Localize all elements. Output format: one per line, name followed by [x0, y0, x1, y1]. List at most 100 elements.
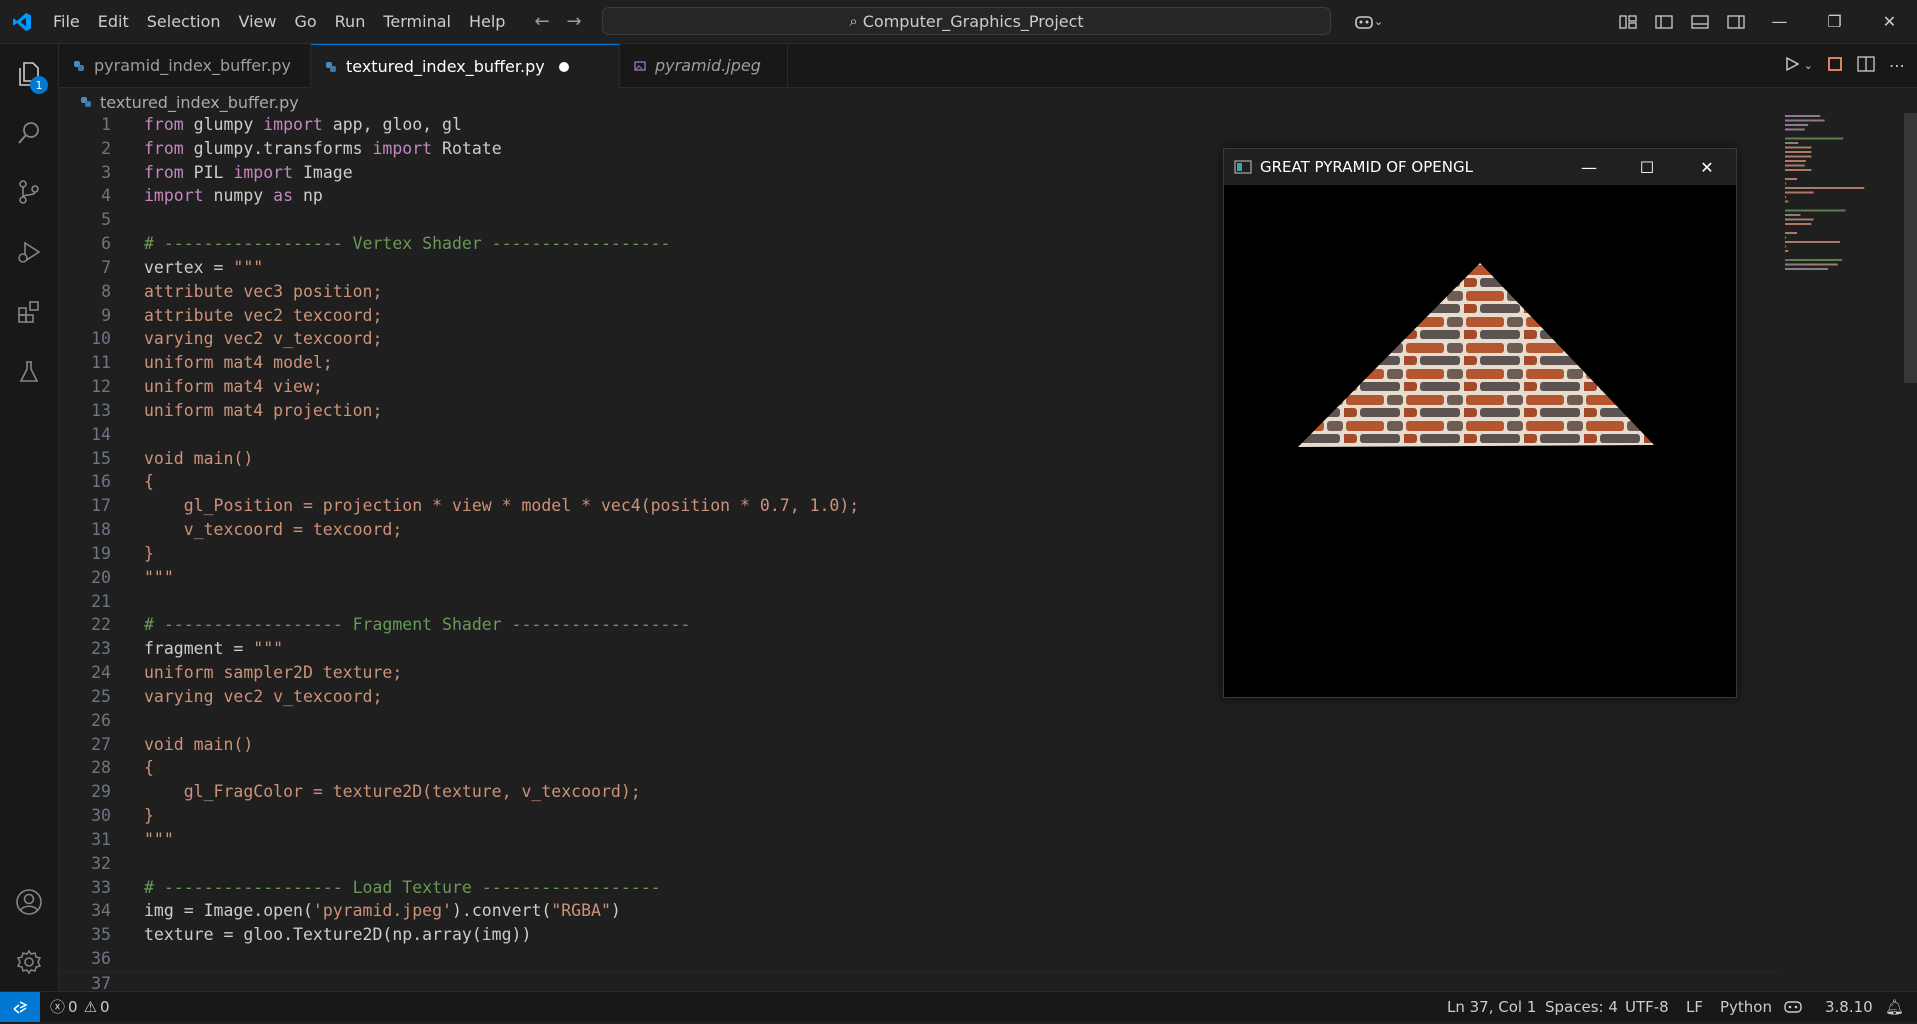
code-token: Rotate [432, 138, 502, 158]
end-of-line[interactable]: LF [1686, 992, 1703, 1022]
extensions-icon[interactable] [0, 284, 58, 340]
code-token: uniform mat4 view; [144, 377, 323, 397]
window-maximize-icon[interactable]: ☐ [1618, 149, 1676, 185]
line-number: 27 [91, 734, 111, 754]
python-version[interactable]: 3.8.10 [1825, 992, 1873, 1022]
editor-tab-bar: pyramid_index_buffer.py textured_index_b… [59, 44, 1917, 88]
toggle-panel-icon[interactable] [1682, 0, 1718, 43]
manage-gear-icon[interactable] [0, 934, 58, 990]
editor-scrollbar[interactable] [1904, 113, 1917, 383]
search-view-icon[interactable] [0, 105, 58, 161]
window-close-icon[interactable]: ✕ [1678, 149, 1736, 185]
code-token: """ [144, 829, 174, 849]
line-number: 16 [91, 472, 111, 492]
minimap-token [1789, 119, 1811, 122]
menu-view[interactable]: View [230, 0, 286, 43]
minimap[interactable] [1783, 113, 1903, 288]
stop-icon[interactable] [1827, 56, 1843, 76]
tab-pyramid-index-buffer[interactable]: pyramid_index_buffer.py [59, 44, 311, 87]
source-control-icon[interactable] [0, 164, 58, 220]
code-token: glumpy [183, 115, 264, 134]
line-number: 8 [101, 281, 111, 301]
notifications-bell-icon[interactable]: 🔔︎ [1885, 992, 1904, 1022]
menu-go[interactable]: Go [285, 0, 325, 43]
code-token: # ------------------ Vertex Shader -----… [144, 234, 671, 254]
breadcrumb[interactable]: textured_index_buffer.py [80, 89, 299, 115]
accounts-icon[interactable] [0, 874, 58, 930]
line-number: 2 [101, 138, 111, 158]
opengl-window-titlebar[interactable]: GREAT PYRAMID OF OPENGL — ☐ ✕ [1224, 149, 1736, 185]
opengl-window[interactable]: GREAT PYRAMID OF OPENGL — ☐ ✕ [1223, 148, 1737, 698]
command-center-search[interactable]: ⌕ Computer_Graphics_Project [602, 7, 1331, 35]
minimap-token [1785, 196, 1787, 198]
menu-edit[interactable]: Edit [89, 0, 138, 43]
toggle-secondary-sidebar-icon[interactable] [1718, 0, 1754, 43]
language-mode[interactable]: Python [1720, 992, 1772, 1022]
unsaved-dot-icon[interactable] [558, 61, 569, 72]
line-code: { [144, 470, 154, 494]
testing-icon[interactable] [0, 344, 58, 400]
code-token: uniform mat4 projection; [144, 400, 383, 420]
minimap-token [1798, 115, 1805, 117]
menu-selection[interactable]: Selection [138, 0, 230, 43]
tab-textured-index-buffer[interactable]: textured_index_buffer.py [311, 44, 620, 88]
line-number: 32 [91, 853, 111, 873]
search-icon: ⌕ [849, 12, 858, 30]
line-number: 7 [101, 257, 111, 277]
line-number: 26 [91, 710, 111, 730]
code-token: numpy [203, 186, 274, 206]
search-text: Computer_Graphics_Project [862, 11, 1084, 31]
minimap-token [1785, 151, 1812, 153]
copilot-status-icon[interactable] [1784, 992, 1802, 1022]
encoding[interactable]: UTF-8 [1625, 992, 1669, 1022]
line-number: 18 [91, 520, 111, 540]
line-code: varying vec2 v_texcoord; [144, 685, 382, 709]
breadcrumb-file[interactable]: textured_index_buffer.py [100, 93, 299, 112]
minimap-token [1785, 169, 1812, 171]
more-actions-icon[interactable]: ⋯ [1889, 56, 1905, 75]
forward-arrow-icon[interactable]: → [558, 11, 590, 32]
minimap-token [1785, 182, 1787, 185]
explorer-icon[interactable]: 1 [0, 46, 58, 102]
toggle-primary-sidebar-icon[interactable] [1646, 0, 1682, 43]
line-code: attribute vec3 position; [144, 280, 382, 304]
menu-file[interactable]: File [44, 0, 89, 43]
code-token: attribute vec2 texcoord; [144, 305, 383, 325]
split-editor-icon[interactable] [1857, 55, 1875, 76]
minimap-token [1785, 160, 1806, 162]
problems-indicator[interactable]: ⓧ 0 ⚠ 0 [50, 992, 110, 1022]
title-bar: File Edit Selection View Go Run Terminal Help ←… [0, 0, 1917, 44]
line-number: 17 [91, 496, 111, 516]
code-token: # ------------------ Fragment Shader ---… [144, 615, 691, 635]
minimize-icon[interactable]: — [1752, 0, 1807, 43]
menu-terminal[interactable]: Terminal [374, 0, 460, 43]
back-arrow-icon[interactable]: ← [526, 11, 558, 32]
minimap-token [1799, 128, 1802, 131]
run-python-file-icon[interactable] [1784, 56, 1800, 76]
chevron-down-icon[interactable]: ⌄ [1374, 15, 1383, 28]
window-minimize-icon[interactable]: — [1560, 149, 1618, 185]
line-number: 25 [91, 686, 111, 706]
line-code: uniform mat4 model; [144, 351, 333, 375]
minimap-token [1836, 263, 1838, 266]
restore-icon[interactable]: ❐ [1807, 0, 1862, 43]
indentation[interactable]: Spaces: 4 [1545, 992, 1618, 1022]
run-and-debug-icon[interactable] [0, 224, 58, 280]
minimap-token [1785, 115, 1790, 117]
menu-help[interactable]: Help [460, 0, 514, 43]
line-code: uniform sampler2D texture; [144, 661, 402, 685]
run-dropdown-chevron-icon[interactable]: ⌄ [1804, 59, 1813, 72]
menu-run[interactable]: Run [326, 0, 375, 43]
code-token: { [144, 758, 154, 778]
customize-layout-icon[interactable] [1610, 0, 1646, 43]
code-token: img = Image.open( [144, 901, 313, 921]
tab-pyramid-jpeg[interactable]: pyramid.jpeg [620, 44, 788, 87]
line-code: uniform mat4 projection; [144, 399, 382, 423]
explorer-badge: 1 [30, 76, 48, 94]
remote-indicator-icon[interactable] [0, 992, 40, 1022]
minimap-token [1785, 119, 1790, 122]
close-icon[interactable]: ✕ [1862, 0, 1917, 43]
cursor-position[interactable]: Ln 37, Col 1 [1447, 992, 1536, 1022]
minimap-token [1785, 259, 1843, 261]
minimap-token [1785, 191, 1814, 194]
